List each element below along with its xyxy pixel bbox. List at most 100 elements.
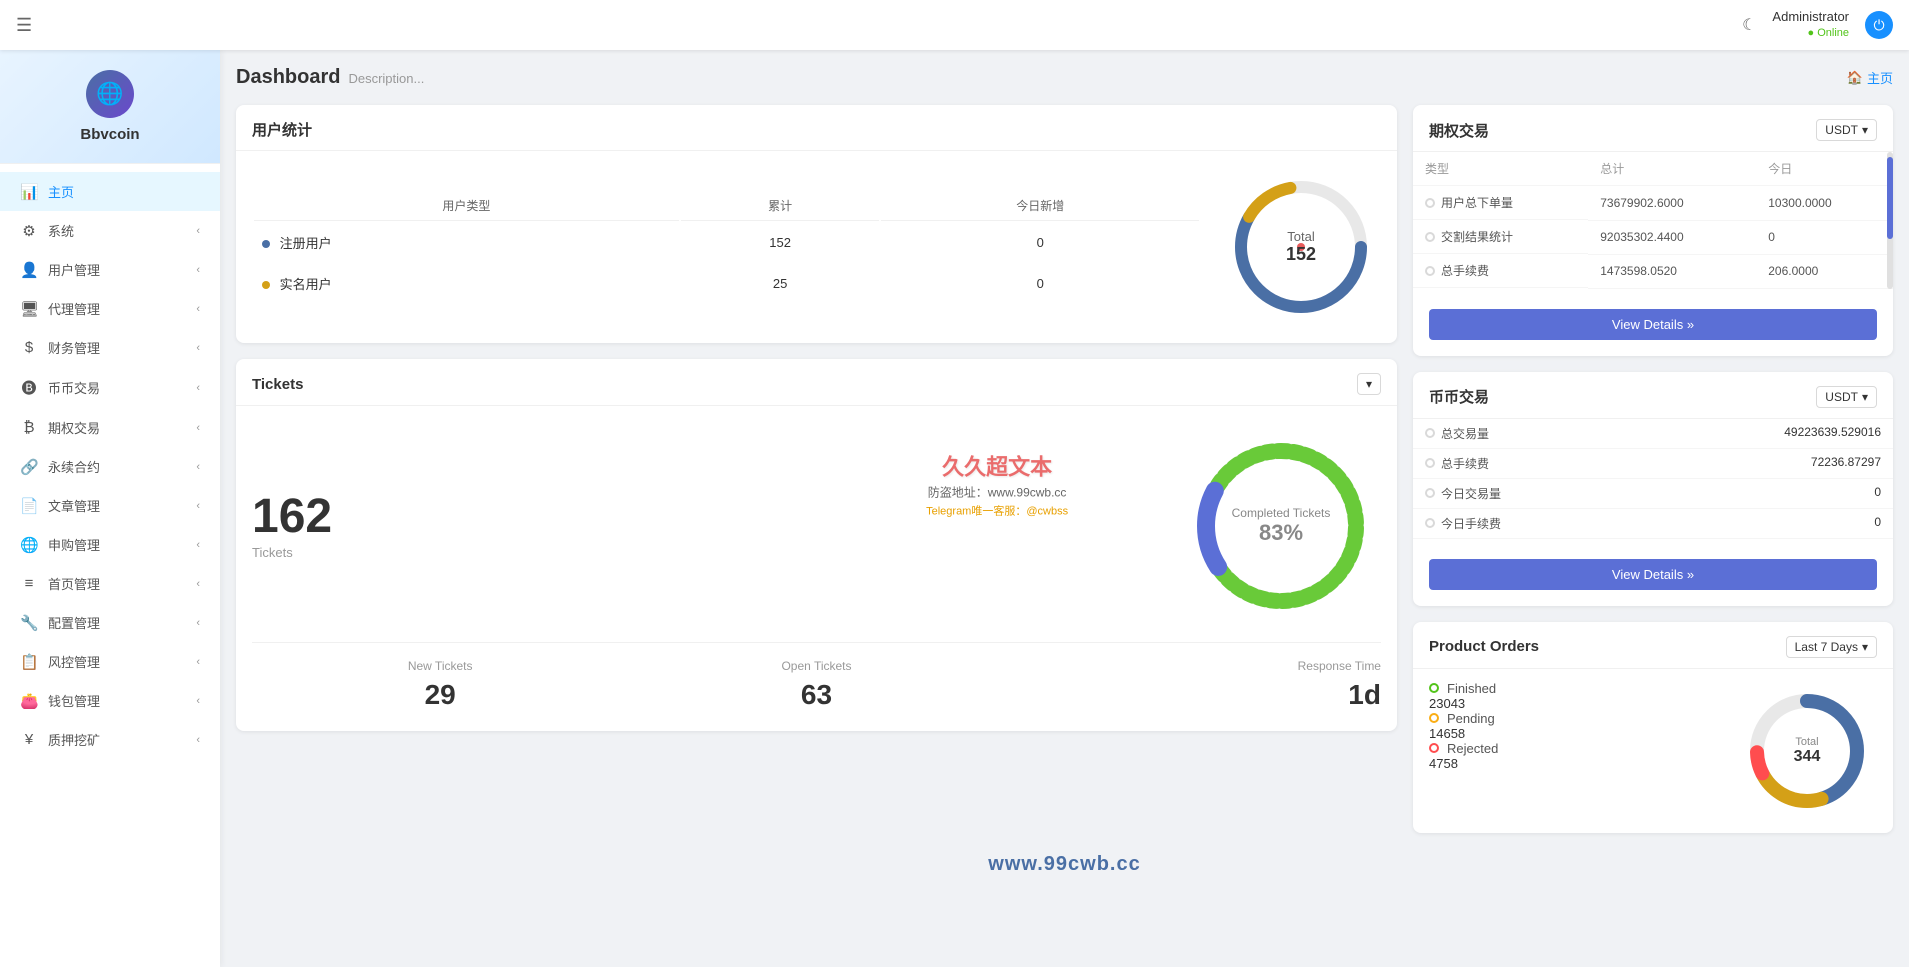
- verified-today: 0: [881, 264, 1199, 303]
- row-dot: [1425, 232, 1435, 242]
- coin-view-details-button[interactable]: View Details »: [1429, 559, 1877, 590]
- admin-info: Administrator Online: [1772, 9, 1849, 40]
- col-type-header: 类型: [1413, 152, 1588, 186]
- coin-label-total-fee: 总手续费: [1441, 455, 1489, 472]
- main-content: Dashboard Description... 🏠 主页 用户统计: [220, 50, 1909, 967]
- admin-status: Online: [1808, 26, 1849, 40]
- sidebar-item-mining[interactable]: ¥ 质押挖矿 ‹: [0, 720, 220, 759]
- options-select-arrow: ▾: [1862, 123, 1868, 137]
- right-panel: 期权交易 USDT ▾ 类型 总计 今日: [1413, 105, 1893, 833]
- nav-label-config: 配置管理: [48, 613, 100, 632]
- nav-arrow-wallet: ‹: [196, 695, 200, 707]
- sidebar-item-homepage[interactable]: ≡ 首页管理 ‹: [0, 564, 220, 603]
- sidebar-item-perp[interactable]: 🔗 永续合约 ‹: [0, 447, 220, 486]
- value-pending: 14658: [1429, 726, 1465, 741]
- tickets-header: Tickets ▾: [236, 359, 1397, 406]
- power-button[interactable]: ⏻: [1865, 11, 1893, 39]
- coin-value-total-fee: 72236.87297: [1811, 455, 1881, 469]
- moon-icon[interactable]: ☾: [1742, 15, 1756, 35]
- sidebar-logo: 🌐 Bbvcoin: [0, 50, 220, 164]
- value-finished: 23043: [1429, 696, 1465, 711]
- sidebar-item-config[interactable]: 🔧 配置管理 ‹: [0, 603, 220, 642]
- user-stats-title: 用户统计: [252, 119, 312, 140]
- sidebar-item-finance[interactable]: $ 财务管理 ‹: [0, 328, 220, 367]
- options-trading-select[interactable]: USDT ▾: [1816, 119, 1877, 141]
- nav-label-agent-mgmt: 代理管理: [48, 299, 100, 318]
- coin-trade-icon: 🅑: [20, 377, 38, 398]
- table-row: 总手续费 1473598.0520 206.0000: [1413, 254, 1893, 288]
- sidebar-item-agent-mgmt[interactable]: 🖥 代理管理 ‹: [0, 289, 220, 328]
- dot-blue: [262, 240, 270, 248]
- agent-mgmt-icon: 🖥: [20, 300, 38, 318]
- sidebar-item-home[interactable]: 📊 主页: [0, 172, 220, 211]
- nav-arrow-coin-trade: ‹: [196, 382, 200, 394]
- col-total-header: 总计: [1588, 152, 1756, 186]
- nav-label-risk: 风控管理: [48, 652, 100, 671]
- nav-label-finance: 财务管理: [48, 338, 100, 357]
- page-description: Description...: [348, 71, 424, 86]
- sidebar-item-wallet[interactable]: 👛 钱包管理 ‹: [0, 681, 220, 720]
- sidebar-item-system[interactable]: ⚙ 系统 ‹: [0, 211, 220, 250]
- nav-label-perp: 永续合约: [48, 457, 100, 476]
- table-row: 交割结果统计 92035302.4400 0: [1413, 220, 1893, 254]
- nav-arrow-options: ‹: [196, 422, 200, 434]
- coin-trading-select[interactable]: USDT ▾: [1816, 386, 1877, 408]
- nav-arrow-perp: ‹: [196, 461, 200, 473]
- table-row: 实名用户 25 0: [254, 264, 1199, 303]
- nav-label-wallet: 钱包管理: [48, 691, 100, 710]
- tickets-donut: Completed Tickets 83%: [1181, 426, 1381, 626]
- header-left: ☰: [16, 15, 32, 36]
- col-today: 今日新增: [881, 191, 1199, 221]
- tickets-dropdown[interactable]: ▾: [1357, 373, 1381, 395]
- col-type: 用户类型: [254, 191, 679, 221]
- options-view-details-button[interactable]: View Details »: [1429, 309, 1877, 340]
- nav-arrow-finance: ‹: [196, 342, 200, 354]
- registered-total: 152: [681, 223, 880, 262]
- coin-trading-title: 币币交易: [1429, 386, 1489, 407]
- sidebar-item-ipo[interactable]: 🌐 申购管理 ‹: [0, 525, 220, 564]
- product-orders-header: Product Orders Last 7 Days ▾: [1413, 622, 1893, 669]
- order-vol-total: 73679902.6000: [1588, 186, 1756, 221]
- stat-open-tickets: Open Tickets 63: [628, 659, 1004, 711]
- sidebar-item-coin-trade[interactable]: 🅑 币币交易 ‹: [0, 367, 220, 408]
- home-breadcrumb[interactable]: 🏠 主页: [1847, 68, 1893, 87]
- hamburger-icon[interactable]: ☰: [16, 15, 32, 36]
- scrollbar-thumb: [1887, 157, 1893, 239]
- user-stats-donut: Total 152: [1221, 167, 1381, 327]
- tickets-bottom-stats: New Tickets 29 Open Tickets 63 Response …: [252, 642, 1381, 711]
- sidebar-item-risk[interactable]: 📋 风控管理 ‹: [0, 642, 220, 681]
- nav-label-homepage: 首页管理: [48, 574, 100, 593]
- coin-row-total-vol: 总交易量 49223639.529016: [1413, 419, 1893, 449]
- header-right: ☾ Administrator Online ⏻: [1742, 9, 1893, 40]
- user-stats-content: 用户类型 累计 今日新增: [252, 167, 1381, 327]
- row-dot: [1425, 518, 1435, 528]
- layout: 🌐 Bbvcoin 📊 主页 ⚙ 系统 ‹ 👤 用户管理: [0, 0, 1909, 967]
- sidebar-item-articles[interactable]: 📄 文章管理 ‹: [0, 486, 220, 525]
- open-tickets-value: 63: [628, 679, 1004, 711]
- options-select-text: USDT: [1825, 123, 1858, 137]
- product-orders-filter[interactable]: Last 7 Days ▾: [1786, 636, 1877, 658]
- coin-trading-header: 币币交易 USDT ▾: [1413, 372, 1893, 419]
- sidebar-item-options[interactable]: ₿ 期权交易 ‹: [0, 408, 220, 447]
- donut-label: Total 152: [1286, 229, 1316, 265]
- product-orders-filter-text: Last 7 Days: [1795, 640, 1858, 654]
- sidebar-item-user-mgmt[interactable]: 👤 用户管理 ‹: [0, 250, 220, 289]
- row-label-verified: 实名用户: [280, 277, 332, 292]
- response-time-label: Response Time: [1005, 659, 1381, 673]
- user-stats-body: 用户类型 累计 今日新增: [236, 151, 1397, 343]
- tickets-count-area: 162 Tickets: [252, 493, 332, 560]
- row-label-registered: 注册用户: [280, 236, 332, 251]
- user-stats-header: 用户统计: [236, 105, 1397, 151]
- nav-label-articles: 文章管理: [48, 496, 100, 515]
- ipo-icon: 🌐: [20, 536, 38, 554]
- dot-pending: [1429, 713, 1439, 723]
- config-icon: 🔧: [20, 614, 38, 632]
- tickets-center-pct: 83%: [1232, 520, 1331, 546]
- coin-value-today-fee: 0: [1874, 515, 1881, 529]
- tickets-center-label: Completed Tickets: [1232, 506, 1331, 520]
- nav-arrow-config: ‹: [196, 617, 200, 629]
- tickets-body: 162 Tickets: [236, 406, 1397, 731]
- tickets-card: Tickets ▾ 162 Tickets: [236, 359, 1397, 731]
- orders-donut-total-value: 344: [1794, 748, 1821, 766]
- settlement-total: 92035302.4400: [1588, 220, 1756, 254]
